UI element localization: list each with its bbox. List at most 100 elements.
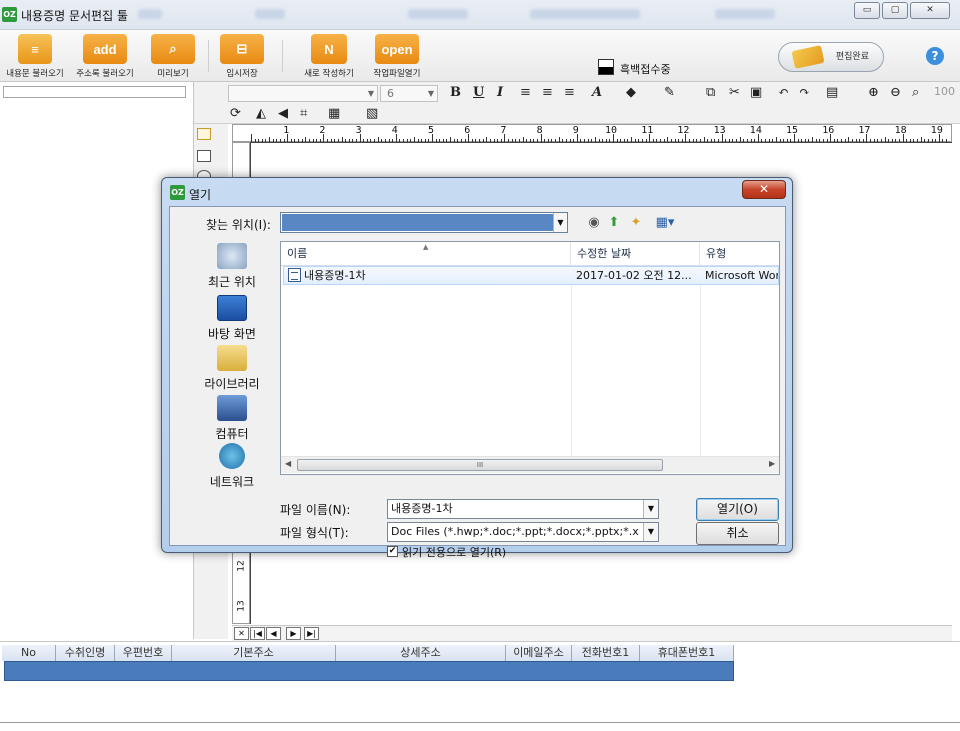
ruler-number: 13: [713, 125, 726, 136]
zoom-level[interactable]: 100: [934, 85, 955, 98]
group-icon[interactable]: ▧: [366, 106, 378, 121]
align-right-icon[interactable]: ≡: [564, 85, 575, 100]
pencil-tool-icon[interactable]: [197, 128, 211, 140]
bw-print-label: 흑백접수중: [620, 63, 671, 76]
dialog-close-button[interactable]: ✕: [742, 180, 786, 199]
redo-icon[interactable]: ↷: [799, 85, 810, 100]
zoom-out-icon[interactable]: ⊖: [890, 85, 901, 100]
column-header[interactable]: 이메일주소: [506, 645, 572, 661]
rotate-icon[interactable]: ⟳: [230, 106, 241, 121]
align-center-icon[interactable]: ≡: [542, 85, 553, 100]
help-icon[interactable]: ?: [926, 47, 944, 65]
close-window-button[interactable]: ✕: [910, 2, 950, 19]
look-in-value: [282, 214, 554, 231]
chevron-down-icon[interactable]: ▼: [643, 523, 658, 541]
open-work-file-button[interactable]: open 작업파일열기: [368, 34, 426, 79]
prev-page-button[interactable]: ◀: [266, 627, 281, 640]
mirror-icon[interactable]: ◀: [278, 106, 288, 121]
format-toolbar: ▼ 6 ▼ B U I ≡ ≡ ≡ A ◆ ✎ ⧉ ✂ ▣ ↶ ↷ ▤ ⊕ ⊖ ⌕…: [194, 82, 960, 124]
next-page-button[interactable]: ▶: [286, 627, 301, 640]
bold-button[interactable]: B: [450, 85, 461, 100]
undo-icon[interactable]: ↶: [778, 85, 789, 100]
align-left-icon[interactable]: ≡: [520, 85, 531, 100]
main-toolbar: ≡ 내용문 불러오기 add 주소록 불러오기 ⌕ 미리보기 ⊟ 임시저장 N …: [0, 30, 960, 82]
zoom-icon[interactable]: ⌕: [912, 85, 919, 100]
column-header-name[interactable]: 이름 ▲: [281, 242, 571, 266]
column-header[interactable]: 우편번호: [115, 645, 172, 661]
place-network[interactable]: 네트워크: [190, 443, 274, 490]
load-content-button[interactable]: ≡ 내용문 불러오기: [2, 34, 68, 79]
back-icon[interactable]: ◉: [586, 215, 602, 231]
underline-button[interactable]: U: [473, 85, 484, 100]
font-name-select[interactable]: ▼: [228, 85, 378, 102]
cut-icon[interactable]: ✂: [729, 85, 740, 100]
scroll-thumb[interactable]: III: [297, 459, 663, 471]
column-divider: [571, 266, 572, 456]
load-address-book-button[interactable]: add 주소록 불러오기: [72, 34, 138, 79]
look-in-select[interactable]: ▼: [280, 212, 568, 233]
horizontal-scrollbar[interactable]: ◀ III ▶: [281, 456, 779, 473]
ruler-number: 11: [641, 125, 654, 136]
maximize-button[interactable]: ▢: [882, 2, 908, 19]
flip-icon[interactable]: ◭: [256, 106, 266, 121]
ruler-number: 1: [283, 125, 290, 136]
minimize-button[interactable]: ▭: [854, 2, 880, 19]
copy-icon[interactable]: ⧉: [706, 85, 715, 100]
table-row[interactable]: [4, 661, 734, 681]
up-folder-icon[interactable]: ⬆: [606, 215, 622, 231]
column-header[interactable]: 상세주소: [336, 645, 506, 661]
scroll-right-icon[interactable]: ▶: [769, 459, 775, 468]
cancel-button[interactable]: 취소: [696, 522, 779, 545]
ruler-number: 7: [500, 125, 507, 136]
file-type-select[interactable]: Doc Files (*.hwp;*.doc;*.ppt;*.docx;*.pp…: [387, 522, 659, 542]
scroll-left-icon[interactable]: ◀: [285, 459, 291, 468]
column-header[interactable]: 수취인명: [56, 645, 115, 661]
blurred-region: [715, 9, 775, 19]
column-header[interactable]: 휴대폰번호1: [640, 645, 734, 661]
font-size-select[interactable]: 6 ▼: [380, 85, 438, 102]
crop-icon[interactable]: ⌗: [300, 106, 307, 121]
new-folder-icon[interactable]: ✦: [628, 215, 644, 231]
close-page-button[interactable]: ✕: [234, 627, 249, 640]
blurred-region: [530, 9, 640, 19]
new-document-button[interactable]: N 새로 작성하기: [298, 34, 360, 79]
paste-icon[interactable]: ▣: [750, 85, 762, 100]
bw-print-icon[interactable]: [598, 59, 614, 75]
italic-button[interactable]: I: [497, 85, 503, 100]
place-library[interactable]: 라이브러리: [190, 345, 274, 392]
zoom-in-icon[interactable]: ⊕: [868, 85, 879, 100]
preview-button[interactable]: ⌕ 미리보기: [144, 34, 202, 79]
fill-color-icon[interactable]: ◆: [626, 85, 636, 100]
open-button[interactable]: 열기(O): [696, 498, 779, 521]
temp-save-button[interactable]: ⊟ 임시저장: [214, 34, 270, 79]
place-desktop[interactable]: 바탕 화면: [190, 295, 274, 342]
column-header-type[interactable]: 유형: [700, 242, 779, 266]
readonly-checkbox[interactable]: ✔: [387, 546, 398, 557]
edit-done-button[interactable]: 편집완료: [778, 42, 884, 72]
window-titlebar: OZ 내용증명 문서편집 툴 ▭ ▢ ✕: [0, 0, 960, 30]
line-color-icon[interactable]: ✎: [664, 85, 675, 100]
rectangle-tool-icon[interactable]: [197, 150, 211, 162]
column-header[interactable]: 기본주소: [172, 645, 336, 661]
ruler-tick: [251, 134, 252, 142]
column-header-modified[interactable]: 수정한 날짜: [571, 242, 700, 266]
column-header[interactable]: 전화번호1: [572, 645, 640, 661]
view-menu-icon[interactable]: ▦▾: [652, 215, 678, 231]
sort-arrow-icon: ▲: [423, 243, 429, 251]
last-page-button[interactable]: ▶|: [304, 627, 319, 640]
first-page-button[interactable]: |◀: [250, 627, 265, 640]
font-color-icon[interactable]: A: [592, 85, 602, 100]
file-name-input[interactable]: 내용증명-1차 ▼: [387, 499, 659, 519]
chevron-down-icon[interactable]: ▼: [643, 500, 658, 518]
column-header[interactable]: No: [2, 645, 56, 661]
ruler-number: 6: [464, 125, 471, 136]
chevron-down-icon[interactable]: ▼: [553, 213, 567, 232]
format-painter-icon[interactable]: ▤: [826, 85, 838, 100]
toolbar-separator: [208, 40, 209, 72]
file-row[interactable]: 내용증명-1차 2017-01-02 오전 12... Microsoft Wo…: [283, 266, 779, 285]
place-recent[interactable]: 최근 위치: [190, 243, 274, 290]
ruler-number: 19: [930, 125, 943, 136]
place-computer[interactable]: 컴퓨터: [190, 395, 274, 442]
arrange-icon[interactable]: ▦: [328, 106, 340, 121]
places-bar: 최근 위치 바탕 화면 라이브러리 컴퓨터 네트워크: [190, 243, 274, 508]
